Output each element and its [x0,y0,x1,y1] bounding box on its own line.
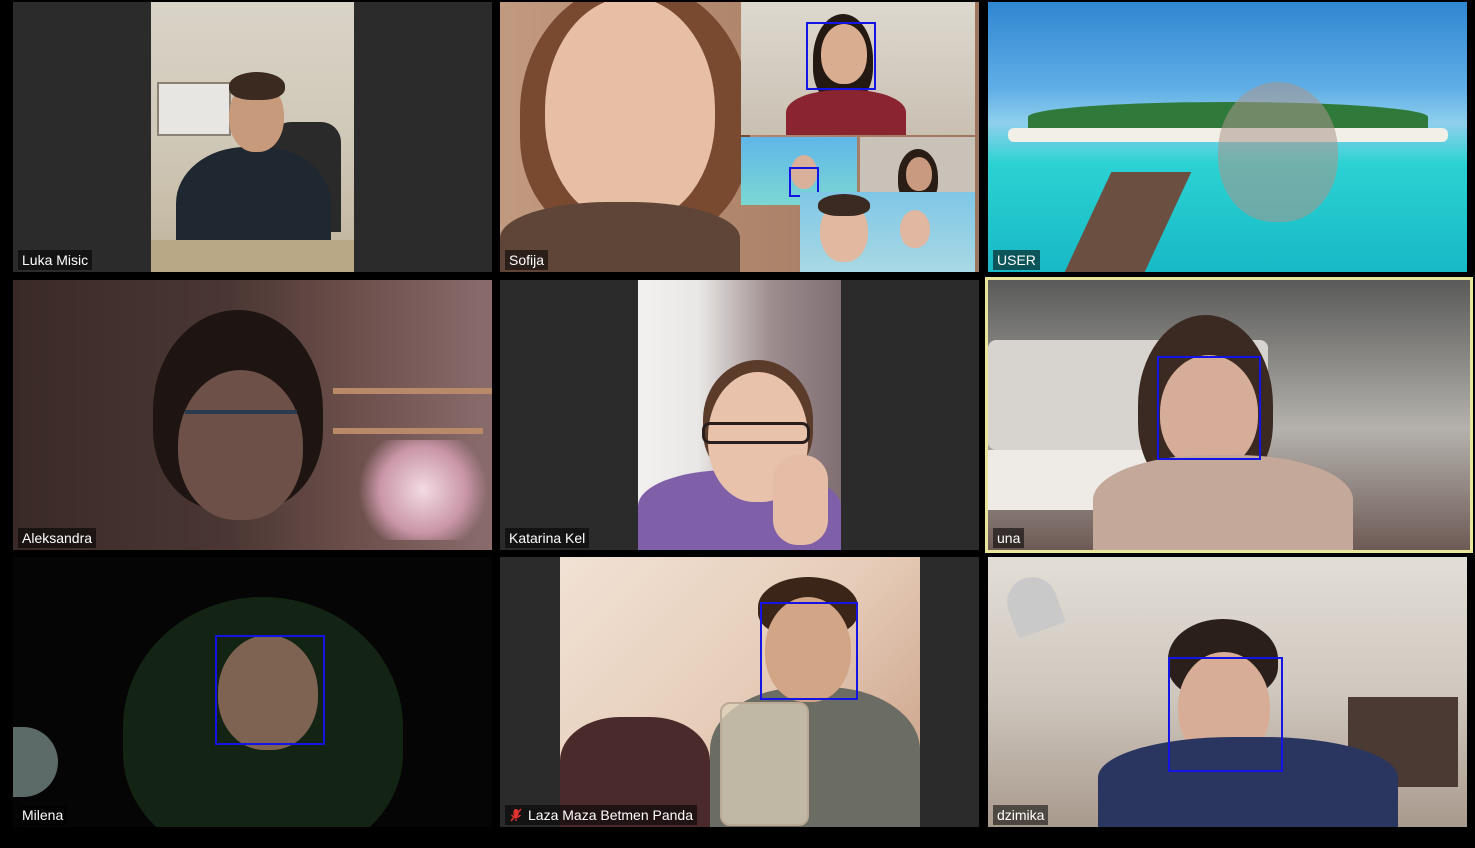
participant-name: dzimika [997,807,1045,823]
head [1218,82,1338,222]
video-tile-user[interactable]: USER [988,2,1467,272]
video-tile-una[interactable]: una [985,277,1473,553]
head [906,157,932,191]
embedded-photo-4 [800,192,975,272]
glasses [702,422,810,444]
face-detection-box [215,635,325,745]
hand [773,455,828,545]
participant-video [988,557,1467,827]
participant-name: USER [997,252,1036,268]
participant-video [151,2,354,272]
torso [786,90,906,135]
participant-name: Luka Misic [22,252,89,268]
participant-name: Sofija [509,252,545,268]
participant-video [988,2,1467,272]
participant-name-label: Katarina Kel [505,528,590,548]
participant-video [560,557,920,827]
participant-name: Laza Maza Betmen Panda [528,807,693,823]
object [13,727,58,797]
mic-off-icon [510,808,522,822]
glasses [185,410,297,438]
video-tile-dzimika[interactable]: dzimika [988,557,1467,827]
head [545,2,715,222]
participant-name-label: Laza Maza Betmen Panda [505,805,697,825]
participant-name: una [997,530,1021,546]
video-tile-aleksandra[interactable]: Aleksandra [13,280,492,550]
face-detection-box [1157,356,1261,460]
participant-video [13,280,492,550]
participant-name: Katarina Kel [509,530,586,546]
participant-video [638,280,841,550]
participant-name-label: una [993,528,1025,548]
video-tile-luka-misic[interactable]: Luka Misic [13,2,492,272]
desk-lamp [1000,570,1066,639]
video-tile-sofija[interactable]: Sofija [500,2,979,272]
video-tile-laza-maza-betmen-panda[interactable]: Laza Maza Betmen Panda [500,557,979,827]
participant-name-label: Milena [18,805,68,825]
face-detection-box [806,22,876,90]
desk [151,240,354,272]
wall-frame [157,82,231,136]
hair [818,194,870,216]
hair [229,72,285,100]
head [900,210,930,248]
participant-name: Milena [22,807,64,823]
beer-mug [720,702,809,826]
participant-video [500,2,979,272]
participant-name-label: Sofija [505,250,549,270]
face-detection-box [760,602,858,700]
participant-name-label: Aleksandra [18,528,97,548]
shelf [333,388,492,394]
deck-rail [1064,172,1192,272]
video-tile-milena[interactable]: Milena [13,557,492,827]
head [178,370,303,520]
shelf [333,428,483,434]
participant-video [13,557,492,827]
torso [1093,455,1353,550]
embedded-photo-1 [741,2,975,135]
face-detection-box [1168,657,1283,772]
participant-name-label: dzimika [993,805,1049,825]
participant-name-label: USER [993,250,1040,270]
video-tile-katarina-kel[interactable]: Katarina Kel [500,280,979,550]
participant-name-label: Luka Misic [18,250,93,270]
participant-video [988,280,1470,550]
lamp-glow [353,440,492,540]
participant-name: Aleksandra [22,530,93,546]
